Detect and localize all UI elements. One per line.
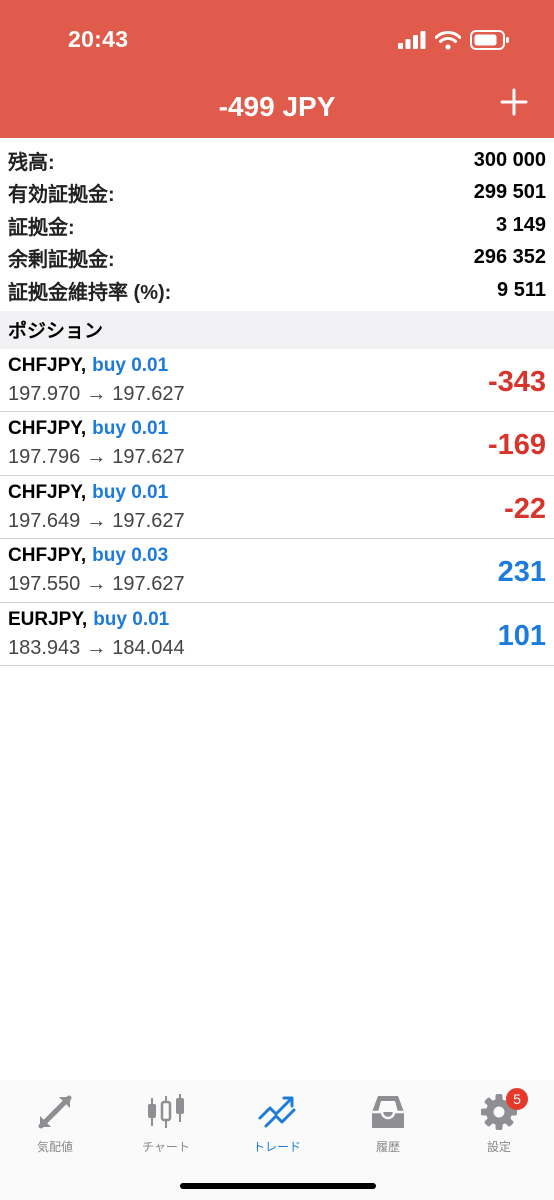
position-profit: -22 bbox=[504, 492, 546, 525]
new-order-button[interactable] bbox=[496, 84, 532, 120]
position-symbol: CHFJPY, bbox=[8, 481, 87, 503]
position-side: buy 0.01 bbox=[92, 418, 169, 439]
nav-bar: -499 JPY bbox=[0, 84, 554, 138]
summary-value: 299 501 bbox=[473, 181, 546, 204]
tab-settings[interactable]: 5 設定 bbox=[444, 1088, 554, 1155]
notification-badge: 5 bbox=[506, 1088, 528, 1110]
current-price: 197.627 bbox=[112, 509, 185, 532]
position-row[interactable]: EURJPY, buy 0.01 183.943 → 184.044 101 bbox=[0, 603, 554, 666]
summary-label: 残高: bbox=[8, 151, 55, 174]
position-side: buy 0.01 bbox=[92, 354, 169, 376]
position-symbol: CHFJPY, bbox=[8, 354, 87, 376]
position-symbol: EURJPY, bbox=[8, 608, 88, 630]
open-price: 197.649 bbox=[8, 509, 81, 532]
arrow: → bbox=[86, 573, 107, 595]
tab-chart[interactable]: チャート bbox=[111, 1092, 221, 1155]
tab-icon-wrap bbox=[333, 1092, 443, 1132]
app-header: 20:43 -499 JPY bbox=[0, 0, 554, 138]
position-profit: 101 bbox=[497, 619, 546, 652]
tab-label: 設定 bbox=[486, 1140, 511, 1154]
tab-icon-wrap bbox=[222, 1092, 332, 1132]
tab-bar: 気配値 チャート トレード 履歴 5 設定 bbox=[0, 1080, 554, 1200]
summary-value: 296 352 bbox=[473, 246, 546, 269]
status-bar: 20:43 bbox=[0, 0, 554, 84]
history-tray-icon bbox=[372, 1096, 404, 1128]
positions-list: CHFJPY, buy 0.01 197.970 → 197.627 -343 CHF… bbox=[0, 349, 554, 666]
position-row[interactable]: CHFJPY, buy 0.03 197.550 → 197.627 231 bbox=[0, 539, 554, 603]
position-row[interactable]: CHFJPY, buy 0.01 197.970 → 197.627 -343 bbox=[0, 349, 554, 412]
position-prices: 197.796 → 197.627 bbox=[8, 446, 185, 469]
position-prices: 197.649 → 197.627 bbox=[8, 510, 185, 533]
summary-label: 有効証拠金: bbox=[8, 184, 115, 207]
position-symbol: CHFJPY, bbox=[8, 418, 87, 439]
wifi-icon bbox=[435, 30, 461, 50]
positions-section-header: ポジション bbox=[0, 310, 554, 349]
tab-label: チャート bbox=[142, 1140, 190, 1154]
open-price: 197.796 bbox=[8, 446, 81, 468]
arrow: → bbox=[86, 382, 107, 405]
summary-row-equity: 有効証拠金: 299 501 bbox=[8, 177, 546, 210]
open-price: 197.970 bbox=[8, 382, 81, 405]
position-title: CHFJPY, buy 0.01 bbox=[8, 355, 168, 377]
summary-row-free-margin: 余剰証拠金: 296 352 bbox=[8, 242, 546, 275]
battery-icon bbox=[470, 30, 509, 50]
system-icons bbox=[398, 30, 510, 50]
current-price: 197.627 bbox=[112, 382, 185, 405]
tab-icon-wrap bbox=[111, 1092, 221, 1132]
position-row[interactable]: CHFJPY, buy 0.01 197.649 → 197.627 -22 bbox=[0, 476, 554, 539]
summary-label: 証拠金: bbox=[8, 216, 75, 239]
home-indicator[interactable] bbox=[180, 1183, 376, 1189]
position-prices: 183.943 → 184.044 bbox=[8, 637, 185, 660]
tab-icon-wrap: 5 bbox=[444, 1088, 554, 1132]
summary-row-margin: 証拠金: 3 149 bbox=[8, 209, 546, 242]
arrow: → bbox=[86, 636, 107, 659]
summary-row-balance: 残高: 300 000 bbox=[8, 144, 546, 177]
tab-label: 気配値 bbox=[36, 1140, 73, 1154]
current-price: 197.627 bbox=[112, 573, 185, 595]
position-prices: 197.970 → 197.627 bbox=[8, 383, 185, 406]
arrow: → bbox=[86, 446, 107, 468]
position-title: CHFJPY, buy 0.01 bbox=[8, 482, 168, 504]
position-profit: 231 bbox=[497, 556, 546, 588]
position-profit: -169 bbox=[487, 429, 546, 461]
position-side: buy 0.03 bbox=[92, 545, 169, 566]
tab-quotes[interactable]: 気配値 bbox=[0, 1092, 110, 1155]
position-profit: -343 bbox=[487, 365, 546, 398]
summary-value: 3 149 bbox=[495, 213, 546, 236]
tab-label: 履歴 bbox=[375, 1140, 400, 1154]
position-prices: 197.550 → 197.627 bbox=[8, 573, 185, 596]
tab-history[interactable]: 履歴 bbox=[333, 1092, 443, 1155]
position-side: buy 0.01 bbox=[93, 608, 170, 630]
tab-label: トレード bbox=[252, 1140, 301, 1154]
current-price: 197.627 bbox=[112, 446, 185, 468]
current-price: 184.044 bbox=[112, 636, 185, 659]
position-title: CHFJPY, buy 0.01 bbox=[8, 418, 168, 440]
position-side: buy 0.01 bbox=[92, 481, 169, 503]
summary-value: 9 511 bbox=[497, 278, 546, 301]
quotes-icon bbox=[38, 1095, 72, 1129]
summary-label: 証拠金維持率 (%): bbox=[8, 281, 172, 304]
position-symbol: CHFJPY, bbox=[8, 545, 87, 566]
trade-icon bbox=[258, 1096, 296, 1128]
plus-icon bbox=[500, 88, 528, 116]
account-summary: 残高: 300 000 有効証拠金: 299 501 証拠金: 3 149 余剰… bbox=[0, 138, 554, 307]
page-title: -499 JPY bbox=[218, 91, 336, 122]
candlestick-chart-icon bbox=[148, 1094, 184, 1128]
summary-value: 300 000 bbox=[473, 148, 546, 171]
summary-row-margin-level: 証拠金維持率 (%): 9 511 bbox=[8, 274, 546, 307]
arrow: → bbox=[86, 509, 107, 532]
position-title: EURJPY, buy 0.01 bbox=[8, 609, 169, 631]
open-price: 183.943 bbox=[8, 636, 81, 659]
tab-icon-wrap bbox=[0, 1092, 110, 1132]
position-title: CHFJPY, buy 0.03 bbox=[8, 545, 168, 567]
signal-icon bbox=[398, 31, 426, 49]
position-row[interactable]: CHFJPY, buy 0.01 197.796 → 197.627 -169 bbox=[0, 412, 554, 476]
status-time: 20:43 bbox=[68, 26, 129, 52]
summary-label: 余剰証拠金: bbox=[8, 249, 115, 272]
tab-trade[interactable]: トレード bbox=[222, 1092, 332, 1155]
open-price: 197.550 bbox=[8, 573, 81, 595]
